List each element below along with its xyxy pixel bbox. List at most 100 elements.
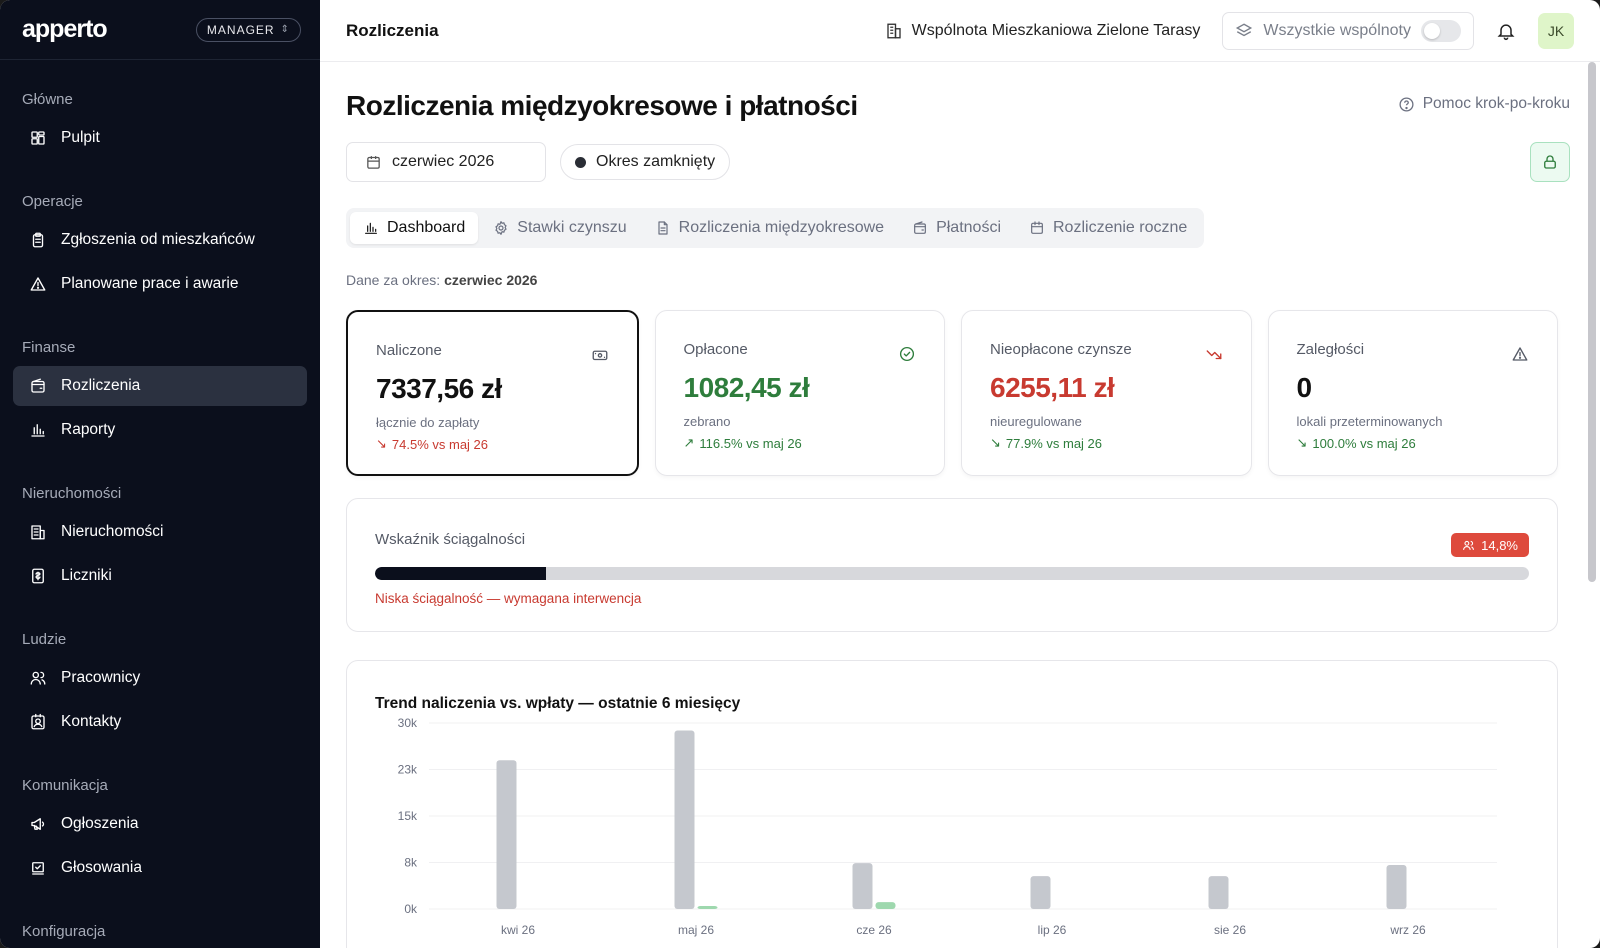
lock-icon	[1544, 155, 1556, 169]
sidebar-item-label: Pulpit	[61, 129, 100, 146]
kpi-value: 6255,11 zł	[990, 372, 1115, 403]
tab[interactable]: Rozliczenie roczne	[1016, 212, 1200, 244]
building-icon	[886, 23, 901, 38]
bar-charged[interactable]	[496, 760, 517, 909]
kpi-subtitle: lokali przeterminowanych	[1296, 414, 1443, 429]
kpi-card[interactable]: Opłacone 1082,45 zł zebrano ↗ 116.5% vs maj …	[654, 310, 945, 476]
sidebar-group-label: Ludzie	[22, 631, 67, 648]
kpi-value: 7337,56 zł	[376, 373, 502, 404]
bar-paid[interactable]	[697, 906, 718, 909]
kpi-delta: ↘ 77.9% vs maj 26	[990, 435, 1223, 451]
sidebar-item[interactable]: Kontakty	[13, 702, 307, 742]
tab-label: Rozliczenia międzyokresowe	[678, 219, 885, 236]
collection-rate-title: Wskaźnik ściągalności	[375, 531, 526, 548]
x-tick-label: cze 26	[856, 923, 892, 937]
users-icon	[30, 671, 46, 685]
users-icon	[1463, 540, 1475, 550]
kpi-card[interactable]: Nieopłacone czynsze 6255,11 zł nieuregulow…	[961, 310, 1252, 476]
kpi-delta: ↘ 74.5% vs maj 26	[376, 436, 609, 452]
tab[interactable]: Rozliczenia międzyokresowe	[642, 212, 897, 244]
sidebar-item-label: Pracownicy	[61, 669, 141, 686]
bar-charged[interactable]	[1386, 864, 1407, 909]
calendar-icon	[1031, 221, 1043, 234]
community-name: Wspólnota Mieszkaniowa Zielone Tarasy	[911, 21, 1201, 39]
y-tick-label: 30k	[398, 716, 418, 730]
sidebar-item[interactable]: Nieruchomości	[13, 512, 307, 552]
collection-rate-value: 14,8%	[1481, 537, 1518, 553]
gear-icon	[495, 221, 507, 235]
kpi-value: 1082,45 zł	[683, 372, 810, 403]
sidebar-item[interactable]: Ogłoszenia	[13, 804, 307, 844]
tab-label: Dashboard	[387, 219, 466, 236]
y-tick-label: 23k	[398, 763, 418, 777]
sidebar-item-label: Zgłoszenia od mieszkańców	[61, 231, 255, 248]
sidebar-item[interactable]: Zgłoszenia od mieszkańców	[13, 220, 307, 260]
sidebar-item[interactable]: Liczniki	[13, 556, 307, 596]
sidebar-item[interactable]: Pulpit	[13, 118, 307, 158]
period-info-label: Dane za okres:	[346, 272, 441, 288]
kpi-subtitle: zebrano	[683, 414, 731, 429]
x-tick-label: kwi 26	[501, 923, 535, 937]
y-tick-label: 8k	[404, 856, 418, 870]
toggle-switch[interactable]	[1421, 19, 1461, 42]
layers-icon	[1236, 22, 1253, 36]
kpi-delta-label: 74.5% vs maj 26	[391, 436, 489, 452]
all-communities-toggle[interactable]: Wszystkie wspólnoty	[1222, 11, 1474, 50]
period-info: Dane za okres: czerwiec 2026	[346, 272, 537, 288]
cash-icon	[592, 350, 607, 361]
arrow-down-right-icon: ↘	[990, 435, 1001, 450]
period-picker[interactable]: czerwiec 2026	[346, 142, 546, 182]
collection-warning: Niska ściągalność — wymagana interwencja	[375, 591, 642, 606]
help-link[interactable]: Pomoc krok-po-kroku	[1398, 95, 1570, 113]
sidebar-item[interactable]: Rozliczenia	[13, 366, 307, 406]
dashboard-icon	[31, 131, 45, 145]
x-tick-label: maj 26	[678, 923, 714, 937]
kpi-title: Opłacone	[683, 341, 748, 358]
sidebar-group-label: Finanse	[22, 339, 76, 356]
bar-charged[interactable]	[674, 730, 695, 909]
sidebar-item[interactable]: Planowane prace i awarie	[13, 264, 307, 304]
bar-chart-icon	[365, 222, 377, 234]
collection-rate-badge: 14,8%	[1451, 533, 1529, 557]
sidebar-item[interactable]: Głosowania	[13, 848, 307, 888]
main-content: Rozliczenia międzyokresowe i płatności P…	[320, 62, 1584, 948]
kpi-card[interactable]: Naliczone 7337,56 zł łącznie do zapłaty ↘ 74…	[346, 310, 639, 476]
arrow-up-right-icon: ↗	[683, 435, 695, 450]
role-label: MANAGER	[206, 22, 275, 37]
tab-label: Płatności	[936, 219, 1001, 236]
lock-button[interactable]	[1530, 142, 1570, 182]
sidebar-item[interactable]: Raporty	[13, 410, 307, 450]
avatar[interactable]: JK	[1538, 12, 1574, 49]
sidebar-header: apperto MANAGER ⇕	[0, 0, 320, 60]
sidebar-group-label: Konfiguracja	[22, 923, 106, 940]
sidebar-item[interactable]: Pracownicy	[13, 658, 307, 698]
bar-paid[interactable]	[875, 902, 896, 909]
tab[interactable]: Dashboard	[350, 212, 479, 244]
building-icon	[31, 525, 45, 540]
tab[interactable]: Płatności	[899, 212, 1014, 244]
sidebar-item-label: Liczniki	[61, 567, 112, 584]
sidebar-item-label: Rozliczenia	[61, 377, 141, 394]
x-tick-label: sie 26	[1214, 923, 1246, 937]
role-switcher[interactable]: MANAGER ⇕	[195, 17, 301, 42]
all-communities-label: Wszystkie wspólnoty	[1263, 21, 1411, 39]
kpi-title: Zaległości	[1296, 341, 1365, 358]
bar-charged[interactable]	[852, 863, 873, 909]
scrollbar[interactable]	[1588, 62, 1596, 582]
bell-icon[interactable]	[1496, 21, 1516, 41]
sidebar-group-label: Nieruchomości	[22, 485, 122, 502]
kpi-delta: ↗ 116.5% vs maj 26	[684, 435, 917, 451]
page-title: Rozliczenia międzyokresowe i płatności	[346, 90, 858, 121]
sidebar-group-label: Komunikacja	[22, 777, 108, 794]
kpi-subtitle: łącznie do zapłaty	[376, 415, 480, 430]
meter-icon	[32, 568, 44, 584]
tab[interactable]: Stawki czynszu	[480, 212, 639, 244]
sidebar-item-label: Planowane prace i awarie	[61, 275, 239, 292]
vote-icon	[32, 862, 44, 875]
bar-charged[interactable]	[1030, 876, 1051, 909]
bar-charged[interactable]	[1208, 876, 1229, 909]
community-selector[interactable]: Wspólnota Mieszkaniowa Zielone Tarasy	[885, 21, 1201, 40]
kpi-card[interactable]: Zaległości 0 lokali przeterminowanych ↘ 100.…	[1267, 310, 1558, 476]
chevron-updown-icon: ⇕	[280, 24, 290, 35]
document-icon	[658, 221, 668, 235]
